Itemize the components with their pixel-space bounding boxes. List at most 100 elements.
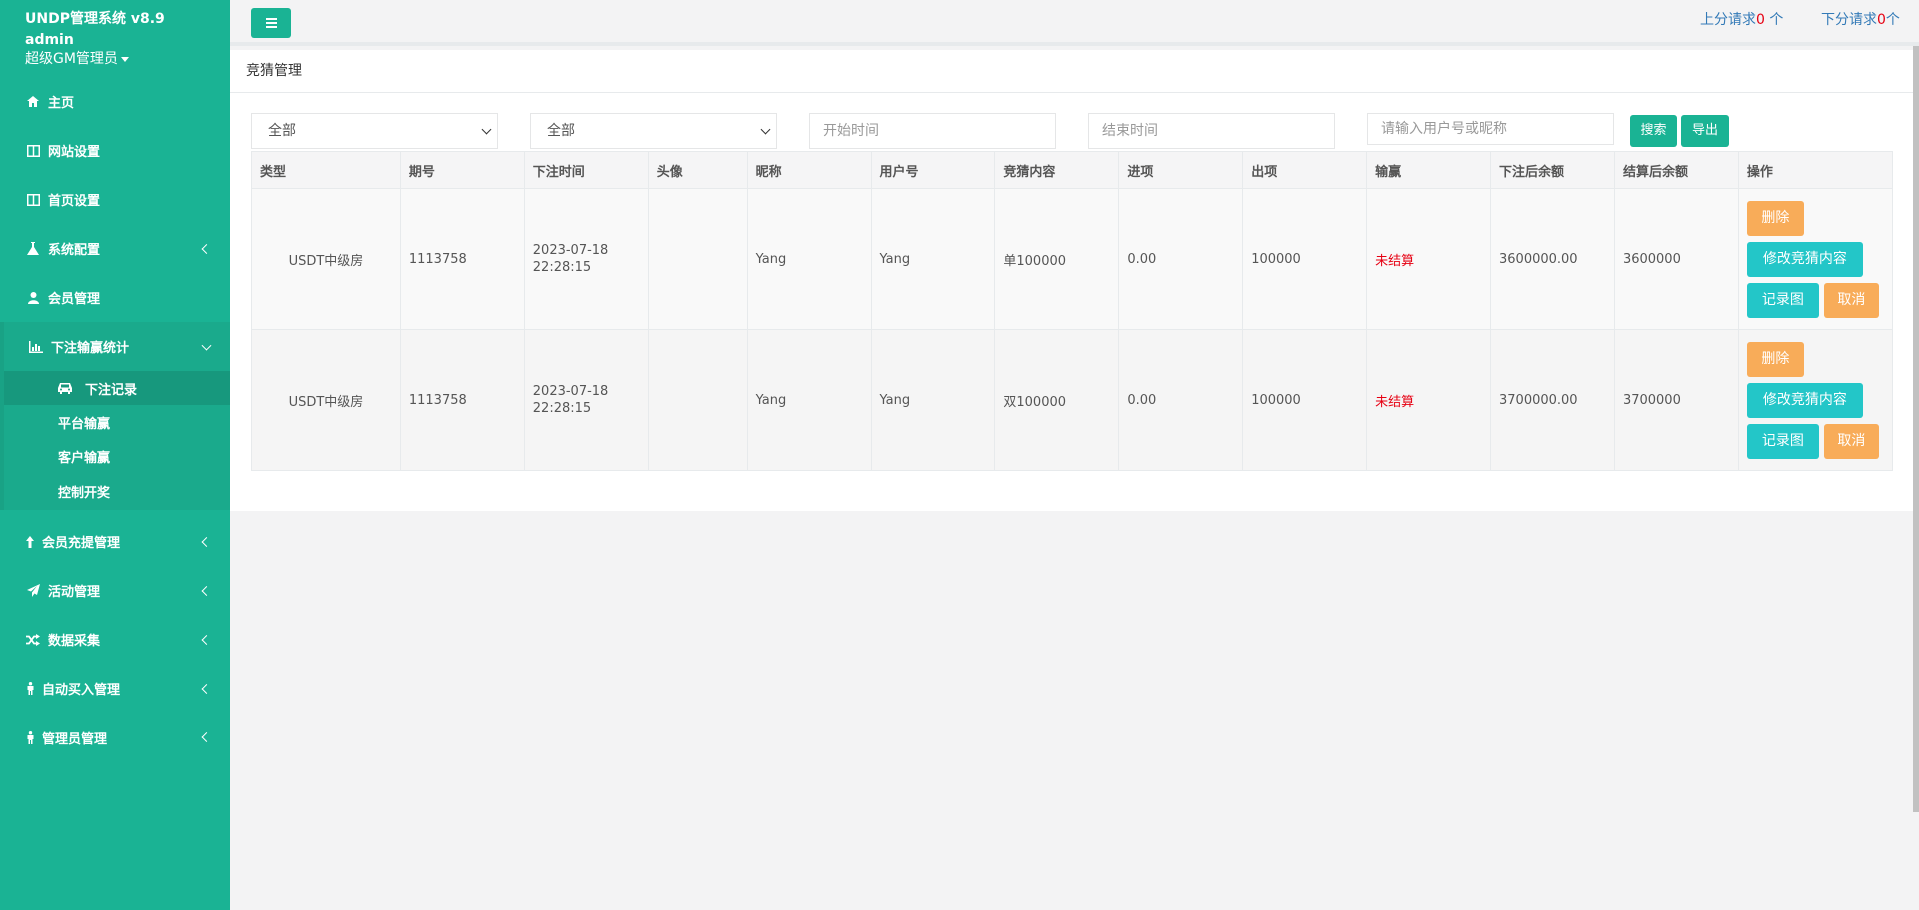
sidebar-item-system-config[interactable]: 系统配置 [0, 224, 230, 273]
column-header: 头像 [647, 151, 748, 189]
columns-icon [25, 193, 41, 207]
delete-button[interactable]: 删除 [1746, 341, 1804, 377]
paper-plane-icon [25, 584, 41, 598]
cell-result: 未结算 [1366, 329, 1491, 471]
sidebar-item-bet-stats[interactable]: 下注输赢统计 [4, 322, 230, 371]
cell-user-no: Yang [870, 188, 996, 330]
cell-balance-after-settle: 3600000 [1613, 188, 1739, 330]
sidebar: UNDP管理系统 v8.9 admin 超级GM管理员 主页 网站设置 首页设置… [0, 0, 230, 910]
sidebar-item-data-collect[interactable]: 数据采集 [0, 615, 230, 664]
sidebar-subitem-bet-records[interactable]: 下注记录 [4, 371, 230, 405]
cell-income: 0.00 [1118, 329, 1244, 471]
column-header: 操作 [1737, 151, 1894, 189]
sidebar-item-activities[interactable]: 活动管理 [0, 566, 230, 615]
chevron-left-icon [201, 243, 212, 254]
column-header: 类型 [251, 151, 401, 189]
sidebar-item-admins[interactable]: 管理员管理 [0, 713, 230, 761]
cell-user-no: Yang [870, 329, 996, 471]
chevron-left-icon [201, 536, 212, 547]
column-header: 出项 [1242, 151, 1368, 189]
sidebar-item-home[interactable]: 主页 [0, 77, 230, 126]
export-button[interactable]: 导出 [1681, 115, 1729, 147]
sidebar-subitem-platform-winloss[interactable]: 平台输赢 [4, 405, 230, 439]
cell-avatar [647, 188, 748, 330]
sidebar-item-label: 下注输赢统计 [51, 341, 130, 356]
column-header: 下注后余额 [1490, 151, 1615, 189]
sidebar-item-label: 管理员管理 [42, 731, 108, 747]
columns-icon [25, 144, 41, 158]
chevron-down-icon [201, 340, 212, 351]
role-dropdown[interactable]: 超级GM管理员 [25, 49, 230, 69]
cancel-button[interactable]: 取消 [1823, 423, 1879, 459]
cancel-button[interactable]: 取消 [1823, 282, 1879, 318]
down-request-link[interactable]: 下分请求0个 [1821, 9, 1900, 29]
random-icon [25, 633, 41, 647]
sidebar-item-label: 网站设置 [48, 145, 101, 160]
cell-content: 双100000 [994, 329, 1120, 471]
sidebar-item-member-deposit[interactable]: 会员充提管理 [0, 517, 230, 566]
chevron-left-icon [201, 585, 212, 596]
column-header: 昵称 [746, 151, 872, 189]
cell-balance-after-bet: 3700000.00 [1490, 329, 1615, 471]
topbar: 上分请求0 个 下分请求0个 [230, 0, 1919, 46]
sidebar-item-label: 主页 [48, 96, 75, 111]
app-title: UNDP管理系统 v8.9 [25, 11, 165, 27]
room-select[interactable]: 全部 [530, 113, 777, 149]
bar-chart-icon [28, 340, 44, 354]
cell-actions: 删除 修改竞猜内容 记录图 取消 [1737, 188, 1894, 330]
sidebar-item-label: 系统配置 [48, 243, 101, 258]
sidebar-subitem-customer-winloss[interactable]: 客户输赢 [4, 439, 230, 473]
up-request-link[interactable]: 上分请求0 个 [1700, 9, 1783, 29]
table-row: USDT中级房 1113758 2023-07-18 22:28:15 Yang … [251, 329, 1894, 471]
modify-guess-button[interactable]: 修改竞猜内容 [1746, 241, 1863, 277]
menu-toggle-button[interactable] [251, 8, 291, 38]
sidebar-item-label: 会员充提管理 [42, 536, 121, 551]
chevron-left-icon [201, 683, 212, 694]
cell-balance-after-bet: 3600000.00 [1490, 188, 1615, 330]
column-header: 输赢 [1366, 151, 1491, 189]
record-chart-button[interactable]: 记录图 [1746, 282, 1819, 318]
table-header-row: 类型 期号 下注时间 头像 昵称 用户号 竞猜内容 进项 出项 输赢 下注后余额… [251, 151, 1894, 189]
sidebar-subitem-label: 下注记录 [85, 382, 138, 398]
record-chart-button[interactable]: 记录图 [1746, 423, 1819, 459]
chevron-down-icon [760, 124, 771, 135]
sidebar-item-members[interactable]: 会员管理 [0, 273, 230, 322]
cell-issue: 1113758 [399, 329, 525, 471]
caret-down-icon [120, 56, 129, 62]
type-select[interactable]: 全部 [251, 113, 498, 149]
flask-icon [25, 242, 41, 256]
cell-issue: 1113758 [399, 188, 525, 330]
page-scrollbar[interactable] [1913, 46, 1919, 812]
sidebar-item-label: 会员管理 [48, 292, 101, 307]
sidebar-item-site-settings[interactable]: 网站设置 [0, 126, 230, 175]
page-title: 竞猜管理 [230, 50, 1919, 93]
cell-avatar [647, 329, 748, 471]
male-icon [25, 682, 35, 696]
sidebar-subitem-label: 平台输赢 [58, 416, 111, 432]
sidebar-item-label: 活动管理 [48, 585, 101, 600]
cell-balance-after-settle: 3700000 [1613, 329, 1739, 471]
cell-nickname: Yang [746, 329, 872, 471]
cell-income: 0.00 [1118, 188, 1244, 330]
sidebar-item-auto-buy[interactable]: 自动买入管理 [0, 664, 230, 713]
modify-guess-button[interactable]: 修改竞猜内容 [1746, 382, 1863, 418]
column-header: 竞猜内容 [994, 151, 1120, 189]
sidebar-item-home-settings[interactable]: 首页设置 [0, 175, 230, 224]
cell-outgo: 100000 [1242, 329, 1368, 471]
car-icon [57, 381, 75, 395]
sidebar-header: UNDP管理系统 v8.9 admin 超级GM管理员 [0, 0, 230, 69]
end-time-input[interactable] [1088, 113, 1335, 149]
chevron-left-icon [201, 634, 212, 645]
cell-nickname: Yang [746, 188, 872, 330]
main-panel: 竞猜管理 全部 全部 搜索 导出 类型 期号 下注时间 头像 昵称 用户号 竞猜… [230, 50, 1919, 511]
start-time-input[interactable] [809, 113, 1056, 149]
cell-bet-time: 2023-07-18 22:28:15 [523, 188, 649, 330]
cell-type: USDT中级房 [251, 188, 401, 330]
delete-button[interactable]: 删除 [1746, 200, 1804, 236]
search-input[interactable] [1367, 113, 1614, 145]
sidebar-subitem-label: 客户输赢 [58, 450, 111, 466]
cell-content: 单100000 [994, 188, 1120, 330]
sidebar-subitem-control-draw[interactable]: 控制开奖 [4, 473, 230, 510]
cell-outgo: 100000 [1242, 188, 1368, 330]
search-button[interactable]: 搜索 [1630, 115, 1677, 147]
